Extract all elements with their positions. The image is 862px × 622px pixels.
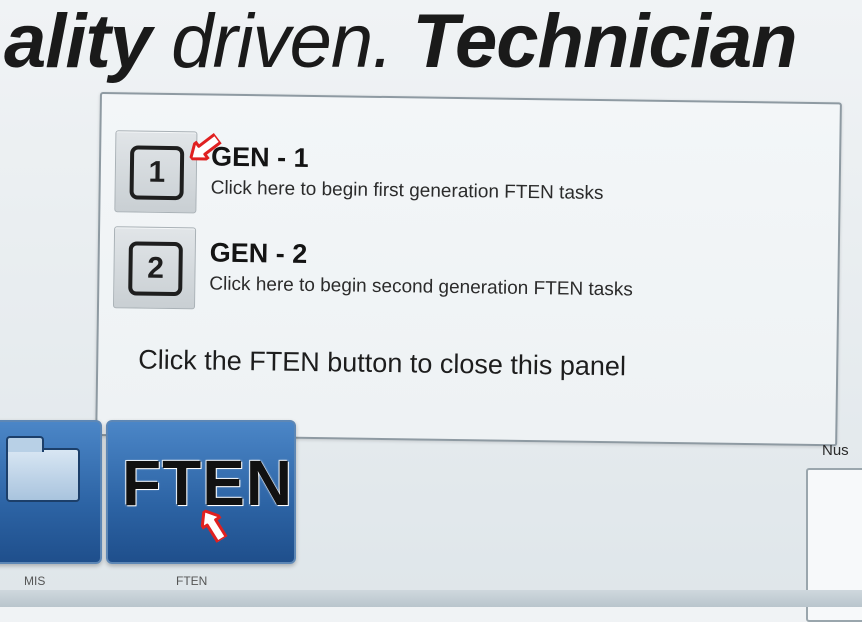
side-panel-label: Nus (822, 442, 849, 459)
mis-tile[interactable] (0, 420, 102, 564)
gen-2-title[interactable]: GEN - 2 (210, 238, 308, 270)
gen-2-description[interactable]: Click here to begin second generation FT… (209, 274, 633, 302)
bottom-bar (0, 590, 862, 607)
mis-caption: MIS (24, 574, 46, 588)
panel-instruction: Click the FTEN button to close this pane… (138, 344, 627, 382)
banner-part-3: Technician (412, 0, 797, 84)
ften-panel: 1 GEN - 1 Click here to begin first gene… (95, 92, 842, 447)
gen-2-button[interactable]: 2 (112, 226, 197, 310)
banner-slogan: ality driven. Technician (4, 0, 798, 84)
folder-icon (6, 436, 80, 502)
gen-1-number-icon: 1 (129, 145, 185, 201)
gen-1-description[interactable]: Click here to begin first generation FTE… (211, 178, 604, 205)
gen-2-number-icon: 2 (128, 241, 183, 297)
gen-2-option[interactable]: 2 GEN - 2 Click here to begin second gen… (112, 226, 814, 318)
ften-button[interactable]: FTEN (106, 420, 296, 564)
gen-1-title[interactable]: GEN - 1 (211, 142, 309, 174)
gen-1-button[interactable]: 1 (114, 130, 198, 214)
gen-1-option[interactable]: 1 GEN - 1 Click here to begin first gene… (114, 130, 815, 222)
ften-caption: FTEN (176, 574, 208, 588)
brand-banner: ality driven. Technician (0, 0, 862, 92)
banner-part-1: ality (4, 0, 152, 84)
banner-part-2: driven. (151, 0, 413, 84)
